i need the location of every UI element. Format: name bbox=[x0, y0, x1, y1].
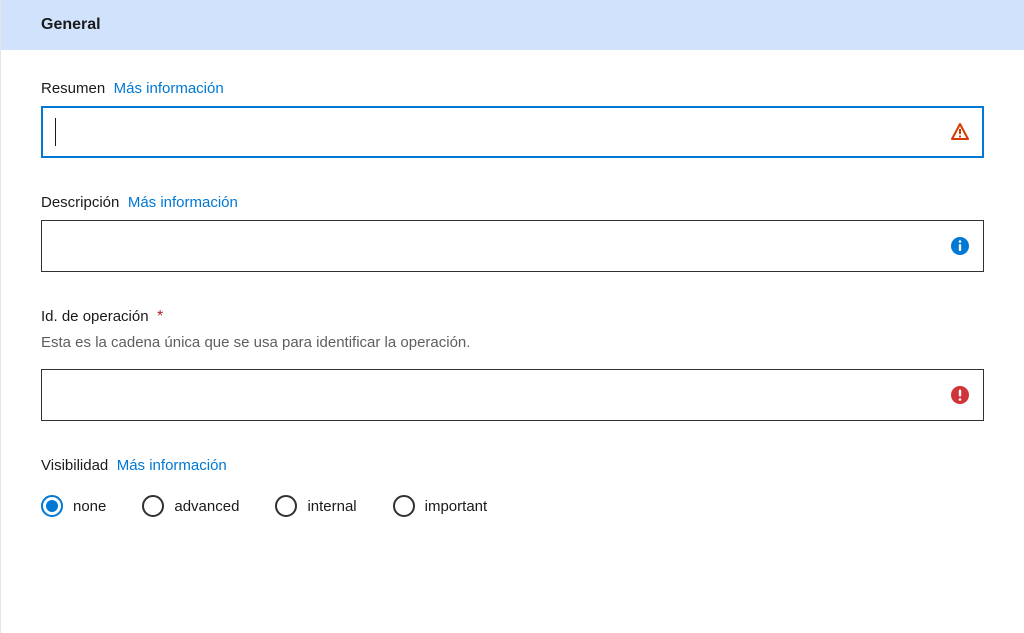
text-cursor bbox=[55, 118, 56, 146]
radio-circle-advanced bbox=[142, 495, 164, 517]
field-group-operation-id: Id. de operación * Esta es la cadena úni… bbox=[41, 308, 984, 421]
label-row-visibility: Visibilidad Más información bbox=[41, 457, 984, 475]
summary-label: Resumen bbox=[41, 80, 105, 97]
field-group-visibility: Visibilidad Más información none advance… bbox=[41, 457, 984, 517]
form-container: General Resumen Más información bbox=[0, 0, 1024, 633]
description-input-wrapper bbox=[41, 220, 984, 272]
radio-option-none[interactable]: none bbox=[41, 495, 106, 517]
radio-dot bbox=[46, 500, 58, 512]
radio-label-advanced: advanced bbox=[174, 498, 239, 515]
radio-label-internal: internal bbox=[307, 498, 356, 515]
radio-label-important: important bbox=[425, 498, 488, 515]
summary-input-wrapper bbox=[41, 106, 984, 158]
field-group-summary: Resumen Más información bbox=[41, 80, 984, 158]
visibility-radio-group: none advanced internal important bbox=[41, 495, 984, 517]
summary-input[interactable] bbox=[41, 106, 984, 158]
visibility-label: Visibilidad bbox=[41, 457, 108, 474]
operation-id-label: Id. de operación bbox=[41, 308, 149, 325]
visibility-learn-more-link[interactable]: Más información bbox=[117, 457, 227, 474]
radio-circle-none bbox=[41, 495, 63, 517]
error-icon bbox=[950, 385, 970, 405]
operation-id-input[interactable] bbox=[41, 369, 984, 421]
label-row-description: Descripción Más información bbox=[41, 194, 984, 212]
description-label: Descripción bbox=[41, 194, 119, 211]
operation-id-input-wrapper bbox=[41, 369, 984, 421]
radio-option-internal[interactable]: internal bbox=[275, 495, 356, 517]
radio-option-advanced[interactable]: advanced bbox=[142, 495, 239, 517]
section-header: General bbox=[1, 0, 1024, 50]
required-asterisk: * bbox=[157, 308, 163, 325]
radio-circle-important bbox=[393, 495, 415, 517]
section-title: General bbox=[41, 16, 101, 33]
radio-label-none: none bbox=[73, 498, 106, 515]
description-input[interactable] bbox=[41, 220, 984, 272]
form-body: Resumen Más información Descripción bbox=[1, 50, 1024, 573]
description-learn-more-link[interactable]: Más información bbox=[128, 194, 238, 211]
label-row-summary: Resumen Más información bbox=[41, 80, 984, 98]
radio-option-important[interactable]: important bbox=[393, 495, 488, 517]
radio-circle-internal bbox=[275, 495, 297, 517]
field-group-description: Descripción Más información bbox=[41, 194, 984, 272]
warning-icon bbox=[950, 122, 970, 142]
label-row-operation-id: Id. de operación * bbox=[41, 308, 984, 326]
summary-learn-more-link[interactable]: Más información bbox=[114, 80, 224, 97]
operation-id-helper: Esta es la cadena única que se usa para … bbox=[41, 334, 984, 351]
info-icon bbox=[950, 236, 970, 256]
